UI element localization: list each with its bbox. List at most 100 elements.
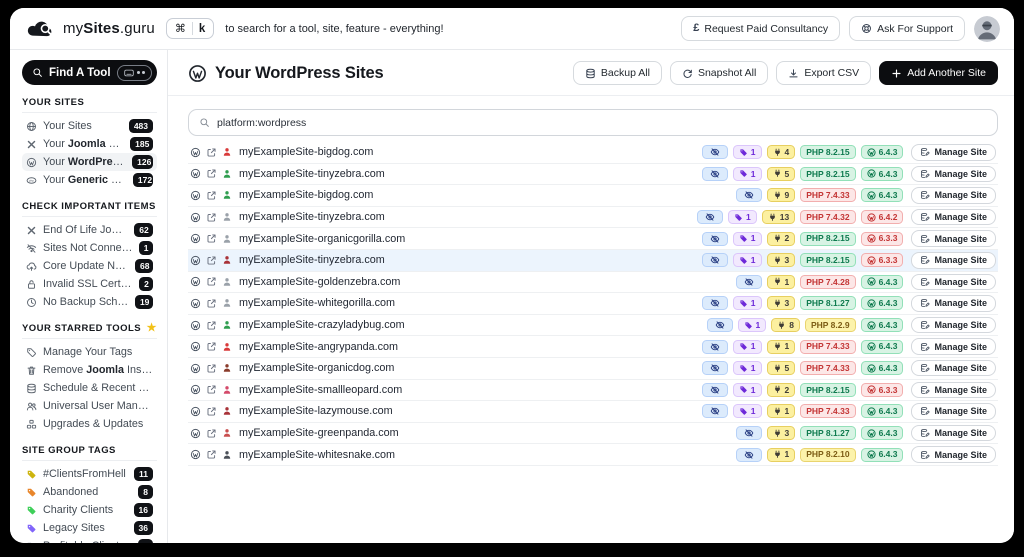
tags-count-badge[interactable]: 1 <box>732 361 762 376</box>
manage-site-button[interactable]: Manage Site <box>911 273 996 291</box>
external-link-icon[interactable] <box>206 147 217 158</box>
sidebar-item[interactable]: Abandoned 8 <box>22 483 157 501</box>
sidebar-item[interactable]: Sites Not Connected 1 <box>22 239 157 257</box>
manage-site-button[interactable]: Manage Site <box>911 338 996 355</box>
external-link-icon[interactable] <box>206 298 217 309</box>
manage-site-button[interactable]: Manage Site <box>911 165 996 183</box>
php-version-badge[interactable]: PHP 8.2.15 <box>800 382 856 397</box>
sidebar-item[interactable]: Core Update Needed 68 <box>22 257 157 275</box>
manage-site-button[interactable]: Manage Site <box>911 446 996 463</box>
sidebar-item[interactable]: Upgrades & Updates <box>22 415 157 433</box>
php-version-badge[interactable]: PHP 8.2.9 <box>804 318 856 333</box>
monitoring-off-badge[interactable] <box>701 166 728 181</box>
wp-version-badge[interactable]: 6.3.3 <box>860 253 904 268</box>
monitoring-off-badge[interactable] <box>701 404 728 419</box>
sidebar-item[interactable]: Your WordPress Sites 126 <box>22 153 157 171</box>
sidebar-item[interactable]: Your Sites 483 <box>22 117 157 135</box>
tags-count-badge[interactable]: 1 <box>737 318 767 333</box>
site-row[interactable]: myExampleSite-smallleopard.com 1 2 PHP 8.2.… <box>188 379 998 402</box>
site-row[interactable]: myExampleSite-tinyzebra.com 1 13 PHP 7.4.32… <box>188 206 998 229</box>
monitoring-off-badge[interactable] <box>701 253 728 268</box>
php-version-badge[interactable]: PHP 8.2.15 <box>800 166 856 181</box>
site-row[interactable]: myExampleSite-lazymouse.com 1 1 PHP 7.4.33 6… <box>188 401 998 423</box>
wp-version-badge[interactable]: 6.4.3 <box>860 426 904 441</box>
sidebar-item[interactable]: Universal User Management <box>22 397 157 415</box>
backup-all-button[interactable]: Backup All <box>572 61 662 85</box>
wp-version-badge[interactable]: 6.3.3 <box>860 382 904 397</box>
wp-version-badge[interactable]: 6.4.3 <box>860 296 904 311</box>
sidebar-item[interactable]: Schedule & Recent Backups <box>22 379 157 397</box>
external-link-icon[interactable] <box>206 384 217 395</box>
php-version-badge[interactable]: PHP 7.4.33 <box>800 188 856 203</box>
external-link-icon[interactable] <box>206 212 217 223</box>
site-row[interactable]: myExampleSite-tinyzebra.com 1 5 PHP 8.2.15 6… <box>188 163 998 186</box>
plugins-count-badge[interactable]: 8 <box>771 318 800 333</box>
wp-version-badge[interactable]: 6.4.3 <box>860 361 904 376</box>
php-version-badge[interactable]: PHP 8.2.10 <box>800 447 856 462</box>
sidebar-item[interactable]: Profitable Clients 4 <box>22 537 157 543</box>
site-row[interactable]: myExampleSite-angrypanda.com 1 1 PHP 7.4.33… <box>188 336 998 358</box>
tags-count-badge[interactable]: 1 <box>732 231 762 246</box>
sidebar-item[interactable]: Remove Joomla Install Fluff <box>22 361 157 379</box>
external-link-icon[interactable] <box>206 428 217 439</box>
wp-version-badge[interactable]: 6.4.3 <box>860 274 904 289</box>
tags-count-badge[interactable]: 1 <box>732 253 762 268</box>
tags-count-badge[interactable]: 1 <box>732 404 762 419</box>
find-a-tool-button[interactable]: Find A Tool <box>22 60 157 85</box>
manage-site-button[interactable]: Manage Site <box>911 144 996 161</box>
monitoring-off-badge[interactable] <box>701 382 728 397</box>
php-version-badge[interactable]: PHP 7.4.32 <box>800 210 856 225</box>
site-row[interactable]: myExampleSite-whitesnake.com 1 PHP 8.2.10 6… <box>188 444 998 466</box>
wp-version-badge[interactable]: 6.4.2 <box>860 210 904 225</box>
manage-site-button[interactable]: Manage Site <box>911 230 996 247</box>
monitoring-off-badge[interactable] <box>735 426 762 441</box>
site-row[interactable]: myExampleSite-organicdog.com 1 5 PHP 7.4.33… <box>188 357 998 380</box>
monitoring-off-badge[interactable] <box>706 318 733 333</box>
site-row[interactable]: myExampleSite-bigdog.com 1 4 PHP 8.2.15 6.4.… <box>188 142 998 164</box>
sidebar-item[interactable]: Your Joomla Sites 185 <box>22 135 157 153</box>
plugins-count-badge[interactable]: 5 <box>766 166 796 181</box>
external-link-icon[interactable] <box>206 255 217 266</box>
ask-for-support-button[interactable]: Ask For Support <box>849 16 965 41</box>
sidebar-item[interactable]: php Your Generic PHP Sites 172 <box>22 171 157 189</box>
manage-site-button[interactable]: Manage Site <box>911 316 996 334</box>
external-link-icon[interactable] <box>206 320 217 331</box>
plugins-count-badge[interactable]: 3 <box>766 296 796 311</box>
manage-site-button[interactable]: Manage Site <box>911 381 996 399</box>
php-version-badge[interactable]: PHP 7.4.33 <box>800 404 856 419</box>
site-search-input[interactable] <box>217 116 987 129</box>
monitoring-off-badge[interactable] <box>701 361 728 376</box>
plugins-count-badge[interactable]: 1 <box>766 447 796 462</box>
plugins-count-badge[interactable]: 9 <box>766 188 796 203</box>
external-link-icon[interactable] <box>206 168 217 179</box>
wp-version-badge[interactable]: 6.4.3 <box>860 188 904 203</box>
monitoring-off-badge[interactable] <box>701 231 728 246</box>
tags-count-badge[interactable]: 1 <box>732 166 762 181</box>
site-row[interactable]: myExampleSite-greenpanda.com 3 PHP 8.1.27 6… <box>188 422 998 445</box>
external-link-icon[interactable] <box>206 406 217 417</box>
monitoring-off-badge[interactable] <box>697 210 724 225</box>
monitoring-off-badge[interactable] <box>701 296 728 311</box>
user-avatar[interactable] <box>974 15 1000 42</box>
sidebar-item[interactable]: Charity Clients 16 <box>22 501 157 519</box>
plugins-count-badge[interactable]: 13 <box>761 210 796 225</box>
plugins-count-badge[interactable]: 1 <box>766 339 796 354</box>
manage-site-button[interactable]: Manage Site <box>911 424 996 442</box>
manage-site-button[interactable]: Manage Site <box>911 208 996 226</box>
logo[interactable]: mySites.guru <box>26 19 155 39</box>
php-version-badge[interactable]: PHP 7.4.28 <box>800 274 856 289</box>
site-row[interactable]: myExampleSite-whitegorilla.com 1 3 PHP 8.1.… <box>188 293 998 315</box>
wp-version-badge[interactable]: 6.4.3 <box>860 447 904 462</box>
sidebar-item[interactable]: Legacy Sites 36 <box>22 519 157 537</box>
external-link-icon[interactable] <box>206 233 217 244</box>
site-row[interactable]: myExampleSite-goldenzebra.com 1 PHP 7.4.28… <box>188 271 998 294</box>
manage-site-button[interactable]: Manage Site <box>911 187 996 204</box>
php-version-badge[interactable]: PHP 8.1.27 <box>800 296 856 311</box>
manage-site-button[interactable]: Manage Site <box>911 403 996 420</box>
sidebar-item[interactable]: No Backup Schedule 19 <box>22 293 157 311</box>
sidebar-item[interactable]: Manage Your Tags <box>22 343 157 361</box>
search-shortcut-kbd[interactable]: ⌘ k <box>165 18 215 39</box>
sidebar-item[interactable]: End Of Life Joomla 62 <box>22 221 157 239</box>
site-row[interactable]: myExampleSite-organicgorilla.com 1 2 PHP 8.… <box>188 228 998 250</box>
php-version-badge[interactable]: PHP 8.1.27 <box>800 426 856 441</box>
